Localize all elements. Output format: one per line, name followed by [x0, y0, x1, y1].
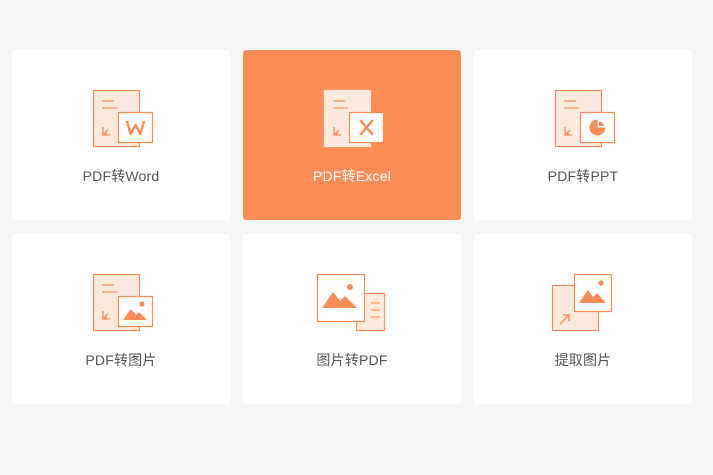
pdf-to-excel-tile[interactable]: PDF转Excel [243, 50, 461, 220]
tool-label: PDF转Word [82, 168, 160, 184]
pdf-to-word-icon [81, 88, 161, 150]
tool-label: 图片转PDF [316, 352, 388, 368]
pdf-to-word-tile[interactable]: PDF转Word [12, 50, 230, 220]
tool-label: PDF转Excel [312, 168, 392, 184]
pdf-to-image-tile[interactable]: PDF转图片 [12, 234, 230, 404]
pdf-to-ppt-tile[interactable]: PDF转PPT [474, 50, 692, 220]
extract-image-tile[interactable]: 提取图片 [474, 234, 692, 404]
tool-grid: PDF转Word PDF转Excel PDF转PPT PDF转图片 图片转PDF… [12, 50, 692, 404]
pdf-to-image-icon [81, 272, 161, 334]
tool-label: PDF转PPT [547, 168, 619, 184]
image-to-pdf-icon [312, 272, 392, 334]
tool-panel: PDF转Word PDF转Excel PDF转PPT PDF转图片 图片转PDF… [0, 0, 713, 475]
pdf-to-ppt-icon [543, 88, 623, 150]
tool-label: PDF转图片 [85, 352, 157, 368]
extract-image-icon [543, 272, 623, 334]
tool-label: 提取图片 [554, 352, 612, 368]
pdf-to-excel-icon [312, 88, 392, 150]
image-to-pdf-tile[interactable]: 图片转PDF [243, 234, 461, 404]
